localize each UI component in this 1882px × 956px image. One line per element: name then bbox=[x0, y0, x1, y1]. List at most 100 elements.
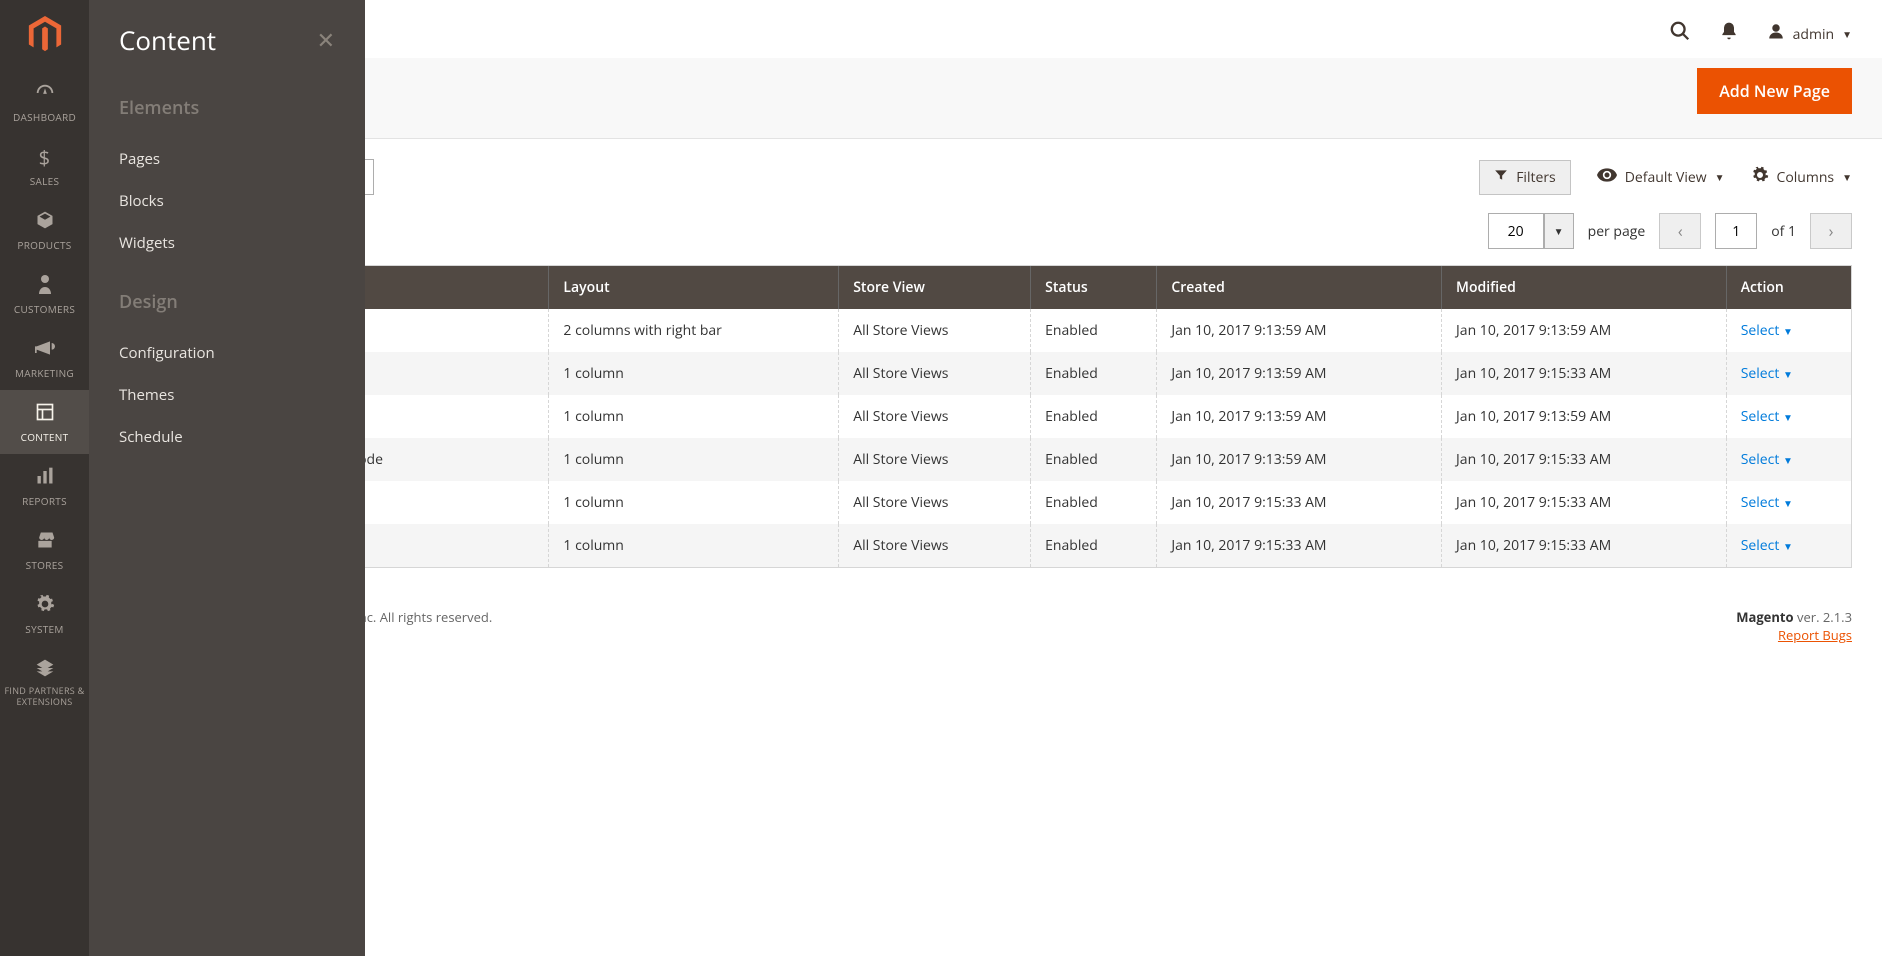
submenu-link-schedule[interactable]: Schedule bbox=[119, 416, 335, 458]
cell-store: All Store Views bbox=[839, 352, 1031, 395]
per-page-label: per page bbox=[1588, 222, 1646, 241]
columns-button[interactable]: Columns ▼ bbox=[1751, 166, 1853, 189]
cell-store: All Store Views bbox=[839, 309, 1031, 352]
default-view-button[interactable]: Default View ▼ bbox=[1597, 168, 1725, 187]
gear-icon bbox=[1751, 166, 1769, 189]
pages-grid: URL KeyLayoutStore ViewStatusCreatedModi… bbox=[119, 265, 1852, 568]
per-page-input[interactable] bbox=[1488, 213, 1544, 249]
nav-label: SYSTEM bbox=[2, 622, 87, 636]
cell-created: Jan 10, 2017 9:13:59 AM bbox=[1157, 395, 1442, 438]
row-action-select[interactable]: Select ▼ bbox=[1741, 407, 1793, 426]
cell-status: Enabled bbox=[1031, 524, 1157, 567]
row-action-select[interactable]: Select ▼ bbox=[1741, 321, 1793, 340]
chevron-down-icon: ▼ bbox=[1842, 170, 1852, 184]
nav-label: MARKETING bbox=[2, 366, 87, 380]
version-value: ver. 2.1.3 bbox=[1794, 608, 1852, 626]
cell-status: Enabled bbox=[1031, 481, 1157, 524]
nav-label: SALES bbox=[2, 174, 87, 188]
row-action-select[interactable]: Select ▼ bbox=[1741, 536, 1793, 555]
column-header[interactable]: Layout bbox=[549, 266, 839, 309]
table-row[interactable]: customer-service1 columnAll Store ViewsE… bbox=[120, 524, 1851, 567]
page-of-label: of 1 bbox=[1771, 222, 1796, 241]
chevron-down-icon: ▼ bbox=[1783, 324, 1793, 338]
per-page-dropdown[interactable]: ▼ bbox=[1544, 213, 1574, 249]
current-page-input[interactable] bbox=[1715, 213, 1757, 249]
layout-icon bbox=[2, 402, 87, 426]
magento-logo-icon bbox=[26, 16, 64, 54]
nav-sales[interactable]: $ SALES bbox=[0, 134, 89, 198]
table-row[interactable]: no-route2 columns with right barAll Stor… bbox=[120, 309, 1851, 352]
cell-status: Enabled bbox=[1031, 352, 1157, 395]
column-header[interactable]: Store View bbox=[839, 266, 1031, 309]
cell-created: Jan 10, 2017 9:15:33 AM bbox=[1157, 481, 1442, 524]
cell-created: Jan 10, 2017 9:13:59 AM bbox=[1157, 352, 1442, 395]
table-row[interactable]: privacy-policy-cookie-restriction-mode1 … bbox=[120, 438, 1851, 481]
content-submenu: Content ✕ Elements Pages Blocks Widgets … bbox=[89, 0, 365, 956]
nav-label: CONTENT bbox=[2, 430, 87, 444]
cell-layout: 1 column bbox=[549, 352, 839, 395]
row-action-select[interactable]: Select ▼ bbox=[1741, 493, 1793, 512]
columns-label: Columns bbox=[1777, 168, 1835, 187]
cube-icon bbox=[2, 210, 87, 234]
nav-label: CUSTOMERS bbox=[2, 302, 87, 316]
table-row[interactable]: about-us1 columnAll Store ViewsEnabledJa… bbox=[120, 481, 1851, 524]
nav-reports[interactable]: REPORTS bbox=[0, 454, 89, 518]
chevron-down-icon: ▼ bbox=[1783, 539, 1793, 553]
cell-status: Enabled bbox=[1031, 438, 1157, 481]
dashboard-icon bbox=[2, 82, 87, 106]
logo[interactable] bbox=[0, 0, 89, 70]
cell-status: Enabled bbox=[1031, 395, 1157, 438]
column-header[interactable]: Created bbox=[1157, 266, 1442, 309]
nav-content[interactable]: CONTENT bbox=[0, 390, 89, 454]
chevron-down-icon: ▼ bbox=[1783, 367, 1793, 381]
nav-dashboard[interactable]: DASHBOARD bbox=[0, 70, 89, 134]
bell-icon[interactable] bbox=[1719, 20, 1739, 48]
row-action-select[interactable]: Select ▼ bbox=[1741, 364, 1793, 383]
report-bugs-link[interactable]: Report Bugs bbox=[1778, 626, 1852, 644]
column-header[interactable]: Action bbox=[1726, 266, 1851, 309]
cell-layout: 1 column bbox=[549, 524, 839, 567]
next-page-button[interactable]: › bbox=[1810, 213, 1852, 249]
chevron-down-icon: ▼ bbox=[1783, 496, 1793, 510]
nav-system[interactable]: SYSTEM bbox=[0, 582, 89, 646]
cell-modified: Jan 10, 2017 9:13:59 AM bbox=[1442, 309, 1727, 352]
submenu-link-widgets[interactable]: Widgets bbox=[119, 222, 335, 264]
chevron-down-icon: ▼ bbox=[1715, 170, 1725, 184]
nav-marketing[interactable]: MARKETING bbox=[0, 326, 89, 390]
cell-store: All Store Views bbox=[839, 524, 1031, 567]
gear-icon bbox=[2, 594, 87, 618]
add-new-page-button[interactable]: Add New Page bbox=[1697, 68, 1852, 114]
chevron-down-icon: ▼ bbox=[1842, 27, 1852, 41]
submenu-link-blocks[interactable]: Blocks bbox=[119, 180, 335, 222]
column-header[interactable]: Status bbox=[1031, 266, 1157, 309]
nav-customers[interactable]: CUSTOMERS bbox=[0, 262, 89, 326]
nav-label: STORES bbox=[2, 558, 87, 572]
column-header[interactable]: Modified bbox=[1442, 266, 1727, 309]
submenu-link-themes[interactable]: Themes bbox=[119, 374, 335, 416]
nav-products[interactable]: PRODUCTS bbox=[0, 198, 89, 262]
close-icon[interactable]: ✕ bbox=[317, 25, 335, 55]
submenu-link-pages[interactable]: Pages bbox=[119, 138, 335, 180]
table-row[interactable]: enable-cookies1 columnAll Store ViewsEna… bbox=[120, 395, 1851, 438]
cell-layout: 1 column bbox=[549, 395, 839, 438]
nav-label: FIND PARTNERS & EXTENSIONS bbox=[2, 686, 87, 708]
submenu-link-configuration[interactable]: Configuration bbox=[119, 332, 335, 374]
admin-user-menu[interactable]: admin ▼ bbox=[1767, 22, 1852, 46]
dollar-icon: $ bbox=[2, 146, 87, 170]
cell-store: All Store Views bbox=[839, 395, 1031, 438]
cell-modified: Jan 10, 2017 9:15:33 AM bbox=[1442, 481, 1727, 524]
nav-label: PRODUCTS bbox=[2, 238, 87, 252]
chevron-down-icon: ▼ bbox=[1783, 410, 1793, 424]
prev-page-button[interactable]: ‹ bbox=[1659, 213, 1701, 249]
filters-button[interactable]: Filters bbox=[1479, 160, 1571, 195]
search-icon[interactable] bbox=[1669, 20, 1691, 48]
nav-stores[interactable]: STORES bbox=[0, 518, 89, 582]
cell-store: All Store Views bbox=[839, 438, 1031, 481]
cell-created: Jan 10, 2017 9:13:59 AM bbox=[1157, 309, 1442, 352]
cell-layout: 2 columns with right bar bbox=[549, 309, 839, 352]
row-action-select[interactable]: Select ▼ bbox=[1741, 450, 1793, 469]
table-row[interactable]: home1 columnAll Store ViewsEnabledJan 10… bbox=[120, 352, 1851, 395]
cell-layout: 1 column bbox=[549, 438, 839, 481]
chevron-down-icon: ▼ bbox=[1783, 453, 1793, 467]
nav-partners[interactable]: FIND PARTNERS & EXTENSIONS bbox=[0, 646, 89, 718]
